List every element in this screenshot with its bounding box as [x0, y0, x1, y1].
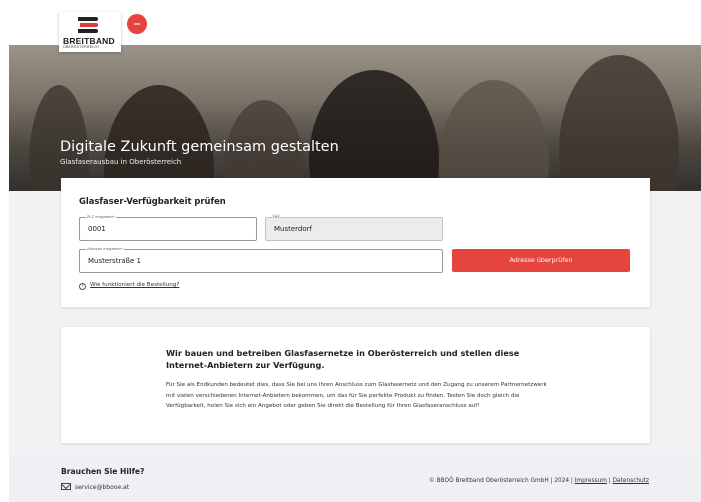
footer: Brauchen Sie Hilfe? service@bbooe.at © B…: [9, 457, 701, 502]
copyright-text: © BBOÖ Breitband Oberösterreich GmbH | 2…: [429, 478, 573, 484]
availability-check-card: Glasfaser-Verfügbarkeit prüfen PLZ einge…: [61, 178, 650, 307]
ort-value: Musterdorf: [274, 225, 312, 233]
question-icon: ?: [79, 283, 86, 290]
datenschutz-link[interactable]: Datenschutz: [613, 478, 649, 484]
hero-photo-figure: [439, 80, 549, 191]
ort-label: Ort: [272, 214, 281, 220]
impressum-link[interactable]: Impressum: [575, 478, 607, 484]
footer-separator: |: [608, 478, 611, 484]
hero-title: Digitale Zukunft gemeinsam gestalten: [60, 139, 339, 155]
partner-badge-icon: ooo: [127, 14, 147, 34]
adresse-field[interactable]: Adresse eingeben* Musterstraße 1: [79, 246, 443, 273]
help-title: Brauchen Sie Hilfe?: [61, 467, 145, 476]
adresse-value: Musterstraße 1: [88, 257, 142, 265]
page: BREITBAND OBERÖSTERREICH ooo Digitale Zu…: [9, 9, 701, 502]
plz-label: PLZ eingeben*: [86, 214, 116, 220]
info-card: Wir bauen und betreiben Glasfasernetze i…: [61, 327, 650, 443]
help-email-link[interactable]: service@bbooe.at: [75, 484, 129, 491]
hero-subtitle: Glasfaserausbau in Oberösterreich: [60, 158, 182, 166]
plz-field[interactable]: PLZ eingeben* 0001: [79, 214, 257, 241]
info-title: Wir bauen und betreiben Glasfasernetze i…: [166, 348, 520, 370]
copyright-row: © BBOÖ Breitband Oberösterreich GmbH | 2…: [429, 478, 649, 484]
logo-subtitle: OBERÖSTERREICH: [63, 45, 100, 49]
hero-banner: Digitale Zukunft gemeinsam gestalten Gla…: [9, 45, 701, 191]
logo-mark-icon: [78, 17, 100, 33]
breitband-logo[interactable]: BREITBAND OBERÖSTERREICH: [59, 12, 121, 52]
info-body: Für Sie als Endkunden bedeutet dies, das…: [166, 382, 547, 409]
hero-photo-figure: [309, 70, 439, 191]
availability-title: Glasfaser-Verfügbarkeit prüfen: [79, 196, 226, 206]
hero-photo-figure: [104, 85, 214, 191]
ort-field: Ort Musterdorf: [265, 214, 443, 241]
hero-photo-figure: [29, 85, 89, 191]
plz-value: 0001: [88, 225, 106, 233]
check-address-button[interactable]: Adresse überprüfen: [452, 249, 630, 272]
top-bar: BREITBAND OBERÖSTERREICH ooo: [9, 9, 701, 52]
adresse-label: Adresse eingeben*: [86, 246, 124, 252]
mail-icon: [61, 483, 71, 490]
howto-row: ? Wie funktioniert die Bestellung?: [79, 282, 179, 290]
help-email-row: service@bbooe.at: [61, 483, 129, 491]
howto-link[interactable]: Wie funktioniert die Bestellung?: [90, 282, 179, 288]
hero-photo-figure: [559, 55, 679, 191]
